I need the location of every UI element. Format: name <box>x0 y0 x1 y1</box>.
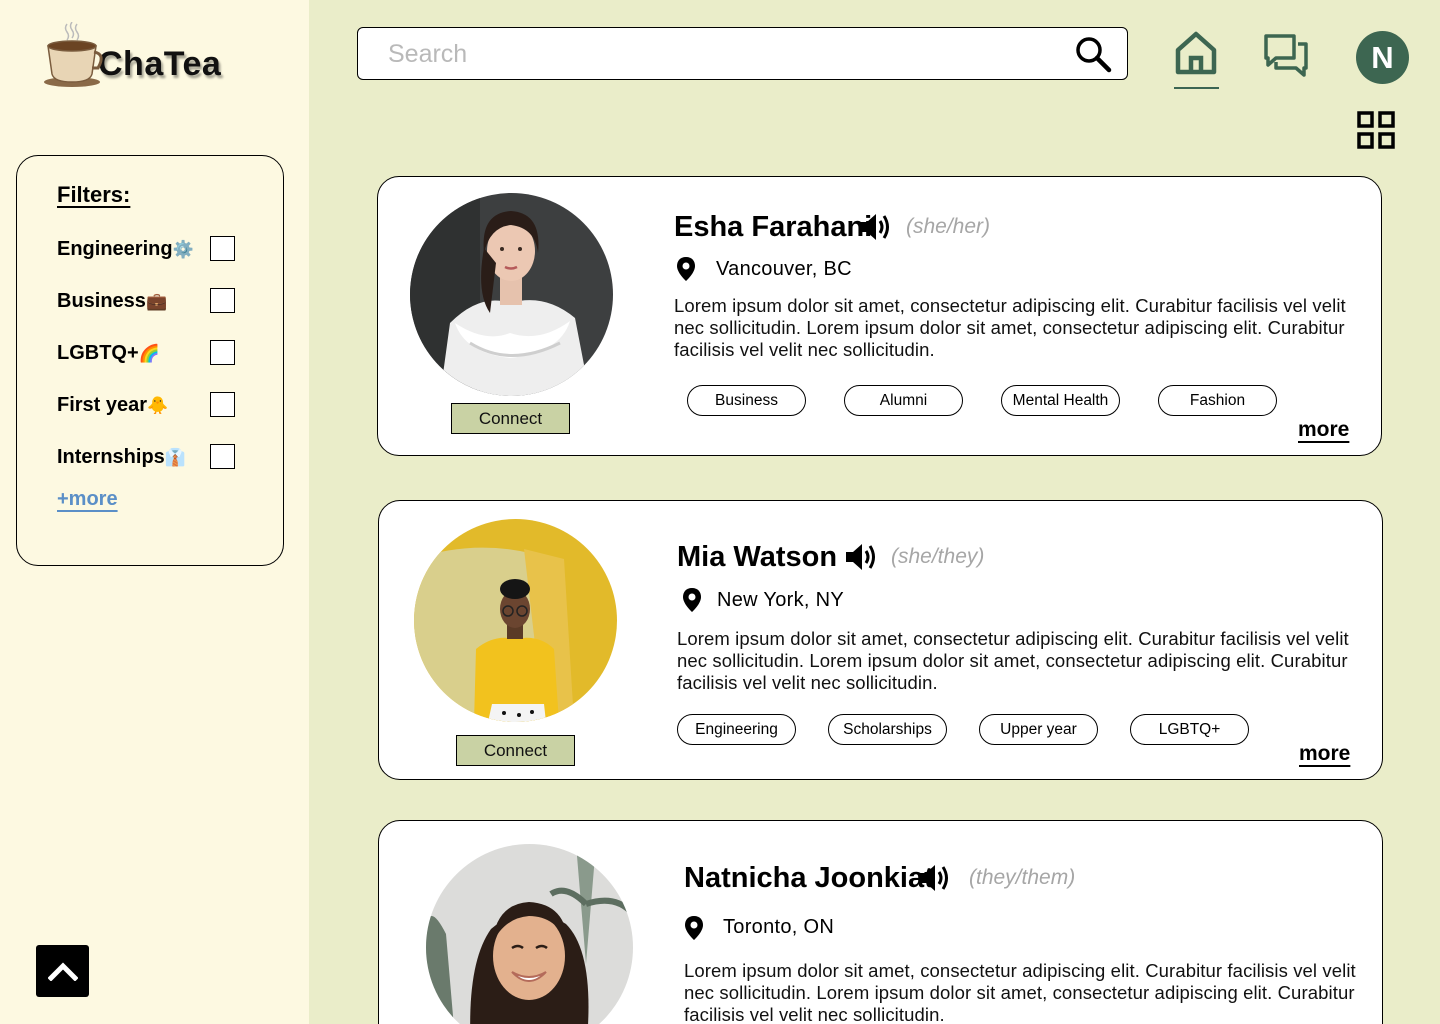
location-pin-icon <box>683 588 701 612</box>
filter-checkbox-internships[interactable] <box>210 444 235 469</box>
profile-pronouns: (they/them) <box>969 866 1076 889</box>
profile-photo[interactable] <box>410 193 613 396</box>
filter-checkbox-engineering[interactable] <box>210 236 235 261</box>
profile-location: Toronto, ON <box>723 916 835 938</box>
filter-label: Engineering⚙️ <box>57 238 194 260</box>
profile-name[interactable]: Mia Watson <box>677 541 837 574</box>
speaker-icon[interactable] <box>858 211 892 243</box>
tag-lgbtq[interactable]: LGBTQ+ <box>1130 714 1249 745</box>
filter-label: Business💼 <box>57 290 168 312</box>
profile-more-link[interactable]: more <box>1298 418 1349 442</box>
tag-alumni[interactable]: Alumni <box>844 385 963 416</box>
chevron-up-icon <box>47 962 78 981</box>
profile-photo[interactable] <box>426 844 633 1024</box>
profile-card: Connect Esha Farahani (she/her) Vancouve… <box>377 176 1382 456</box>
gear-icon: ⚙️ <box>172 240 194 259</box>
filter-label: Internships👔 <box>57 446 186 468</box>
home-icon[interactable] <box>1172 28 1220 90</box>
profile-bio: Lorem ipsum dolor sit amet, consectetur … <box>677 628 1349 693</box>
search-input[interactable] <box>388 36 1028 72</box>
tag-fashion[interactable]: Fashion <box>1158 385 1277 416</box>
speaker-icon[interactable] <box>917 862 951 894</box>
filter-label: First year🐥 <box>57 394 169 416</box>
tag-engineering[interactable]: Engineering <box>677 714 796 745</box>
chick-icon: 🐥 <box>147 396 169 415</box>
grid-view-icon[interactable] <box>1356 110 1396 150</box>
messages-icon[interactable] <box>1262 32 1310 78</box>
profile-bio: Lorem ipsum dolor sit amet, consectetur … <box>684 960 1356 1024</box>
filter-business[interactable]: Business💼 <box>57 288 237 314</box>
profile-bio: Lorem ipsum dolor sit amet, consectetur … <box>674 295 1346 360</box>
tag-mental-health[interactable]: Mental Health <box>1001 385 1120 416</box>
active-tab-indicator <box>1174 87 1219 89</box>
rainbow-icon: 🌈 <box>138 344 160 363</box>
tag-business[interactable]: Business <box>687 385 806 416</box>
profile-card: Connect Mia Watson (she/they) New York, … <box>378 500 1383 780</box>
profile-more-link[interactable]: more <box>1299 742 1350 766</box>
profile-location: Vancouver, BC <box>716 258 852 280</box>
app-name: ChaTea <box>98 44 222 83</box>
filter-checkbox-business[interactable] <box>210 288 235 313</box>
user-avatar[interactable]: N <box>1356 31 1409 84</box>
tag-scholarships[interactable]: Scholarships <box>828 714 947 745</box>
filters-title: Filters: <box>57 182 131 207</box>
briefcase-icon: 💼 <box>145 292 168 311</box>
speaker-icon[interactable] <box>844 541 878 573</box>
filter-lgbtq[interactable]: LGBTQ+🌈 <box>57 340 237 366</box>
connect-button[interactable]: Connect <box>451 403 570 434</box>
scroll-to-top-button[interactable] <box>36 945 89 997</box>
sidebar: ChaTea Filters: Engineering⚙️ Business💼 … <box>0 0 309 1024</box>
filter-checkbox-lgbtq[interactable] <box>210 340 235 365</box>
profile-name[interactable]: Natnicha Joonkiat <box>684 862 934 895</box>
profile-location: New York, NY <box>717 589 844 611</box>
search-bar[interactable] <box>357 27 1128 80</box>
teacup-icon <box>44 22 103 87</box>
profile-photo[interactable] <box>414 519 617 722</box>
filter-engineering[interactable]: Engineering⚙️ <box>57 236 237 262</box>
tag-upper-year[interactable]: Upper year <box>979 714 1098 745</box>
office-worker-icon: 👔 <box>164 448 186 467</box>
profile-card: Natnicha Joonkiat (they/them) Toronto, O… <box>378 820 1383 1024</box>
filter-label: LGBTQ+🌈 <box>57 342 160 364</box>
location-pin-icon <box>677 257 695 281</box>
filter-internships[interactable]: Internships👔 <box>57 444 237 470</box>
filter-first-year[interactable]: First year🐥 <box>57 392 237 418</box>
profile-pronouns: (she/they) <box>891 545 985 568</box>
filter-checkbox-first-year[interactable] <box>210 392 235 417</box>
app-logo[interactable]: ChaTea <box>42 20 272 90</box>
profile-name[interactable]: Esha Farahani <box>674 211 872 244</box>
more-filters-link[interactable]: +more <box>57 488 118 511</box>
profile-pronouns: (she/her) <box>906 215 991 238</box>
location-pin-icon <box>685 916 703 940</box>
filters-panel: Filters: Engineering⚙️ Business💼 LGBTQ+🌈… <box>16 155 284 566</box>
search-icon[interactable] <box>1073 34 1113 74</box>
connect-button[interactable]: Connect <box>456 735 575 766</box>
